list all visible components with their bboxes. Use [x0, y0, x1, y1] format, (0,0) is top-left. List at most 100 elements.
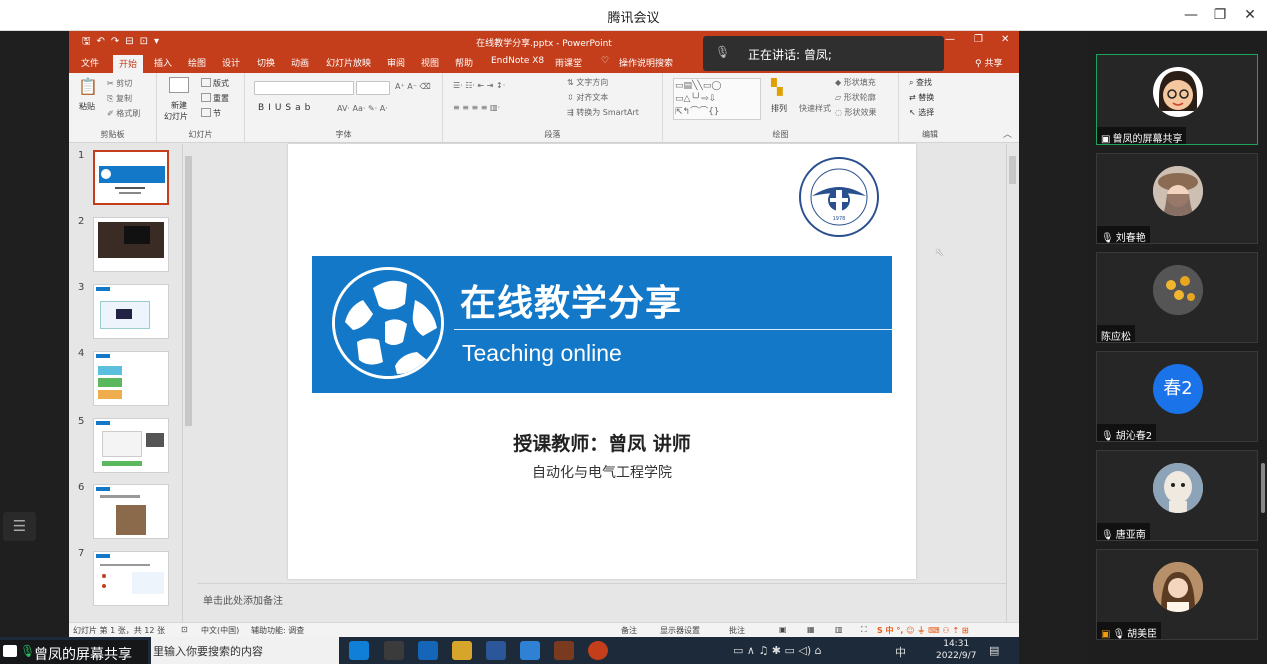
- mail-icon[interactable]: [418, 641, 438, 660]
- share-button[interactable]: ⚲ 共享: [975, 56, 1002, 69]
- participant-card[interactable]: 陈应松: [1096, 252, 1258, 343]
- shape-outline-button[interactable]: ▱ 形状轮廓: [835, 92, 876, 103]
- thumbnail-slide-1[interactable]: [93, 150, 169, 205]
- reading-view-icon[interactable]: ▥: [835, 625, 843, 634]
- scissors-icon: ✂: [107, 79, 114, 88]
- participant-card[interactable]: 春2 🎙 胡沁春2: [1096, 351, 1258, 442]
- format-painter-button[interactable]: ✐ 格式刷: [107, 108, 140, 119]
- paste-button[interactable]: 粘贴: [79, 101, 95, 112]
- new-slide-label1[interactable]: 新建: [171, 100, 187, 111]
- ime-indicator[interactable]: 中: [895, 644, 906, 660]
- paste-icon[interactable]: 📋: [78, 77, 98, 96]
- slide-scrollbar[interactable]: [1006, 144, 1017, 622]
- sogou-ime-icon[interactable]: S 中 °, ☺ ⏚ ⌨ ⚇ ⇡ ⊞: [877, 625, 969, 636]
- sorter-view-icon[interactable]: ▦: [807, 625, 815, 634]
- tell-me-search[interactable]: 操作说明搜索: [619, 56, 673, 69]
- spellcheck-icon[interactable]: ⊡: [181, 625, 188, 634]
- collapse-ribbon-icon[interactable]: ︿: [1003, 127, 1012, 140]
- tab-slideshow[interactable]: 幻灯片放映: [326, 56, 371, 69]
- ppt-app-icon[interactable]: [384, 641, 404, 660]
- tab-view[interactable]: 视图: [421, 56, 439, 69]
- tab-help[interactable]: 帮助: [455, 56, 473, 69]
- tab-endnote[interactable]: EndNote X8: [491, 56, 544, 66]
- thumbnail-slide-3[interactable]: [93, 284, 169, 339]
- normal-view-icon[interactable]: ▣: [779, 625, 787, 634]
- clock-date: 2022/9/7: [936, 651, 977, 661]
- ppt-close-button[interactable]: ✕: [1001, 34, 1009, 45]
- shape-fill-button[interactable]: ◆ 形状填充: [835, 77, 876, 88]
- editing-group: ⌕ 查找 ⇄ 替换 ↖ 选择 编辑: [899, 73, 961, 143]
- replace-button[interactable]: ⇄ 替换: [909, 92, 934, 103]
- ppt-restore-button[interactable]: ❐: [974, 34, 983, 45]
- taskbar-clock[interactable]: 14:31 2022/9/7: [936, 638, 976, 662]
- select-button[interactable]: ↖ 选择: [909, 107, 934, 118]
- slideshow-view-icon[interactable]: ⛶: [861, 625, 867, 635]
- notes-pane[interactable]: 单击此处添加备注: [197, 583, 1006, 622]
- edge-icon[interactable]: [349, 641, 369, 660]
- taskbar-search[interactable]: 里输入你要搜索的内容: [151, 637, 339, 664]
- smartart-button[interactable]: ⇶ 转换为 SmartArt: [567, 107, 639, 118]
- notification-icon[interactable]: ▤: [989, 644, 999, 657]
- thumbnail-slide-2[interactable]: [93, 217, 169, 272]
- list-buttons[interactable]: ☰· ☷· ⇤ ⇥ ↕·: [453, 81, 505, 90]
- ppt-minimize-button[interactable]: —: [945, 34, 955, 45]
- thumbnail-slide-5[interactable]: [93, 418, 169, 473]
- slide-canvas[interactable]: 1978 在线教学分享 Teaching online 授课教师：曾凤 讲师 自…: [288, 144, 916, 579]
- minimize-button[interactable]: —: [1178, 4, 1204, 26]
- tab-design[interactable]: 设计: [222, 56, 240, 69]
- notes-toggle[interactable]: 备注: [621, 625, 637, 636]
- font-format-buttons[interactable]: BIUSab: [258, 103, 314, 113]
- comments-button[interactable]: 批注: [729, 625, 745, 636]
- participant-card[interactable]: ▣ 曾凤的屏幕共享: [1096, 54, 1258, 145]
- thumbnail-slide-7[interactable]: [93, 551, 169, 606]
- tab-animations[interactable]: 动画: [291, 56, 309, 69]
- participants-scrollbar[interactable]: [1261, 463, 1265, 513]
- align-buttons[interactable]: ≡ ≡ ≡ ≡ ▥·: [453, 103, 500, 112]
- arrange-button[interactable]: 排列: [771, 103, 787, 114]
- display-settings-button[interactable]: 显示器设置: [660, 625, 700, 636]
- tab-file[interactable]: 文件: [81, 56, 99, 69]
- thumbnail-slide-4[interactable]: [93, 351, 169, 406]
- thumbnail-slide-6[interactable]: [93, 484, 169, 539]
- language-indicator[interactable]: 中文(中国): [201, 625, 239, 636]
- powerpoint-icon[interactable]: [588, 641, 608, 660]
- reset-button[interactable]: 重置: [201, 93, 229, 104]
- find-button[interactable]: ⌕ 查找: [909, 77, 932, 88]
- font-size-buttons[interactable]: A⁺ A⁻ ⌫: [395, 82, 431, 91]
- tray-icons[interactable]: ▭ ∧ ♫ ✱ ▭ ◁) ⌂: [733, 644, 822, 657]
- quick-styles-button[interactable]: 快速样式: [799, 103, 831, 114]
- tab-draw[interactable]: 绘图: [188, 56, 206, 69]
- tab-transitions[interactable]: 切换: [257, 56, 275, 69]
- align-text-button[interactable]: ⇳ 对齐文本: [567, 92, 608, 103]
- explorer-icon[interactable]: [452, 641, 472, 660]
- media-icon[interactable]: [554, 641, 574, 660]
- shapes-gallery[interactable]: ▭▤╲╲▭◯ ▭△╰╯⇨⇩ ⇱↰⌒⌒{}: [673, 78, 761, 120]
- photos-icon[interactable]: [520, 641, 540, 660]
- text-direction-button[interactable]: ⇅ 文字方向: [567, 77, 608, 88]
- section-button[interactable]: 节: [201, 108, 221, 119]
- menu-icon[interactable]: ☰: [3, 512, 36, 541]
- participant-card[interactable]: ▣ 🎙 胡美臣: [1096, 549, 1258, 640]
- participant-card[interactable]: 🎙 唐亚南: [1096, 450, 1258, 541]
- font-size-input[interactable]: [356, 81, 390, 95]
- arrange-icon[interactable]: ▚: [771, 78, 783, 96]
- copy-button[interactable]: ⎘ 复制: [107, 93, 132, 104]
- font-name-input[interactable]: [254, 81, 354, 95]
- new-slide-icon[interactable]: [169, 77, 189, 93]
- close-button[interactable]: ✕: [1237, 4, 1263, 26]
- accessibility-status[interactable]: 辅助功能: 调查: [251, 625, 304, 636]
- new-slide-label2[interactable]: 幻灯片: [164, 111, 188, 122]
- tab-home[interactable]: 开始: [113, 55, 144, 73]
- font-color-buttons[interactable]: AV· Aa· ✎· A·: [337, 104, 388, 113]
- restore-button[interactable]: ❐: [1207, 4, 1233, 26]
- cut-button[interactable]: ✂ 剪切: [107, 78, 132, 89]
- word-icon[interactable]: [486, 641, 506, 660]
- layout-button[interactable]: 版式: [201, 78, 229, 89]
- thumbnails-scrollbar[interactable]: [182, 144, 193, 622]
- tab-rainclassroom[interactable]: 雨课堂: [555, 56, 582, 69]
- shape-effects-button[interactable]: ◌ 形状效果: [835, 107, 877, 118]
- tab-insert[interactable]: 插入: [154, 56, 172, 69]
- svg-text:1978: 1978: [833, 216, 846, 222]
- participant-card[interactable]: 🎙 刘春艳: [1096, 153, 1258, 244]
- tab-review[interactable]: 审阅: [387, 56, 405, 69]
